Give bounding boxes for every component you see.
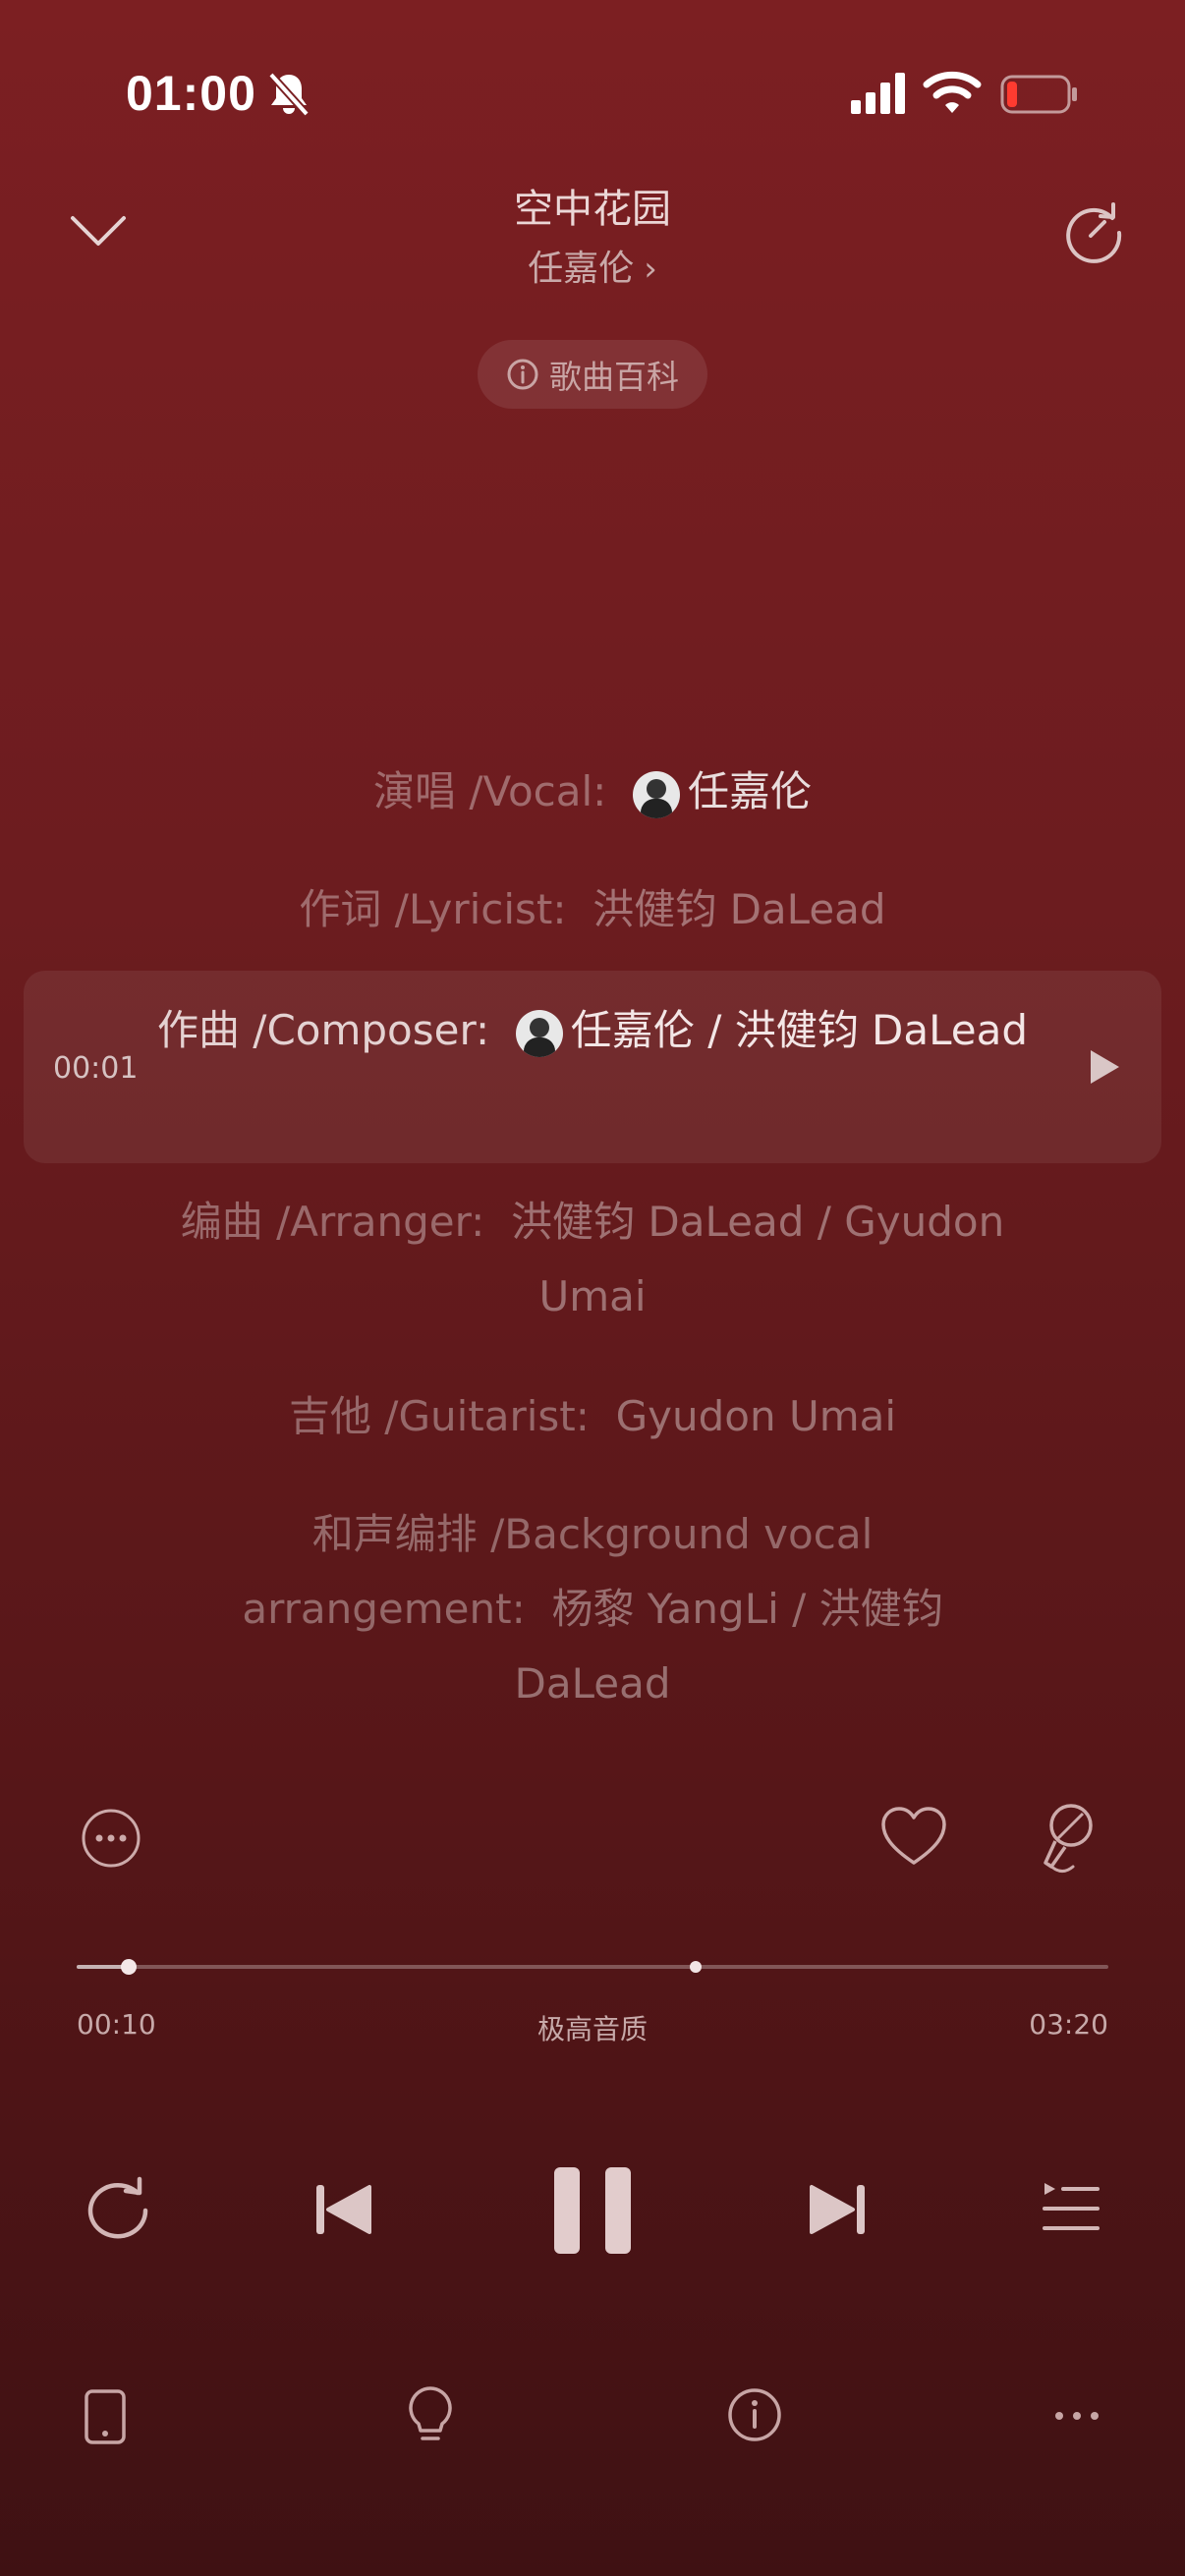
battery-low-icon xyxy=(1000,75,1079,114)
more-options-icon[interactable] xyxy=(81,1808,141,1869)
like-heart-icon[interactable] xyxy=(880,1806,947,1869)
credit-names: 洪健钧 DaLead xyxy=(592,885,886,933)
playlist-icon[interactable] xyxy=(1042,2181,1100,2236)
credit-names[interactable]: 任嘉伦 xyxy=(688,767,812,815)
info-icon xyxy=(506,358,539,391)
chevron-right-icon: › xyxy=(644,250,657,289)
credit-role: 编曲 /Arranger: xyxy=(180,1198,485,1246)
more-horizontal-icon[interactable] xyxy=(1053,2409,1100,2423)
refresh-icon[interactable] xyxy=(1061,200,1126,265)
avatar xyxy=(515,1009,563,1057)
next-track-icon[interactable] xyxy=(808,2179,869,2240)
credit-names: 杨黎 YangLi / 洪健钧 DaLead xyxy=(514,1585,943,1708)
song-wiki-label: 歌曲百科 xyxy=(549,358,679,396)
credit-names: 洪健钧 DaLead / Gyudon Umai xyxy=(511,1198,1005,1320)
credit-line-guitarist: 吉他 /Guitarist: Gyudon Umai xyxy=(147,1379,1038,1454)
artist-name: 任嘉伦 xyxy=(528,249,635,289)
info-icon[interactable] xyxy=(727,2387,782,2442)
repeat-icon[interactable] xyxy=(81,2175,151,2239)
song-wiki-button[interactable]: 歌曲百科 xyxy=(478,340,707,409)
credit-role: 作曲 /Composer: xyxy=(156,1006,490,1054)
song-title: 空中花园 xyxy=(514,187,671,232)
credit-line-composer: 作曲 /Composer: 任嘉伦 / 洪健钧 DaLead xyxy=(147,994,1038,1067)
bell-muted-icon xyxy=(267,71,310,118)
wifi-icon xyxy=(923,69,982,116)
artist-link[interactable]: 任嘉伦 › xyxy=(0,240,1185,291)
time-total: 03:20 xyxy=(1029,2008,1108,2041)
audio-quality-button[interactable]: 极高音质 xyxy=(0,2008,1185,2047)
credit-line-background-vocal: 和声编排 /Background vocal arrangement: 杨黎 Y… xyxy=(199,1497,986,1721)
pause-icon[interactable] xyxy=(550,2163,635,2258)
status-time: 01:00 xyxy=(126,66,256,121)
cellular-signal-icon xyxy=(849,71,908,116)
previous-track-icon[interactable] xyxy=(312,2179,373,2240)
credit-line-lyricist: 作词 /Lyricist: 洪健钧 DaLead xyxy=(147,872,1038,947)
credit-role: 吉他 /Guitarist: xyxy=(288,1392,590,1440)
play-from-line-icon[interactable] xyxy=(1087,1047,1122,1087)
credit-role: 演唱 /Vocal: xyxy=(372,767,607,815)
credit-names: Gyudon Umai xyxy=(615,1392,897,1440)
progress-marker xyxy=(690,1961,702,1973)
credit-names[interactable]: 任嘉伦 / 洪健钧 DaLead xyxy=(571,1006,1028,1054)
progress-track[interactable] xyxy=(77,1965,1108,1969)
credit-role: 作词 /Lyricist: xyxy=(299,885,567,933)
progress-thumb[interactable] xyxy=(120,1959,137,1975)
karaoke-mic-icon[interactable] xyxy=(1040,1802,1097,1876)
credit-line-arranger: 编曲 /Arranger: 洪健钧 DaLead / Gyudon Umai xyxy=(147,1185,1038,1334)
active-line-timestamp: 00:01 xyxy=(53,1051,139,1086)
device-output-icon[interactable] xyxy=(85,2389,126,2444)
credit-line-vocal: 演唱 /Vocal: 任嘉伦 xyxy=(147,755,1038,829)
lightbulb-icon[interactable] xyxy=(407,2385,454,2446)
avatar xyxy=(633,770,680,818)
